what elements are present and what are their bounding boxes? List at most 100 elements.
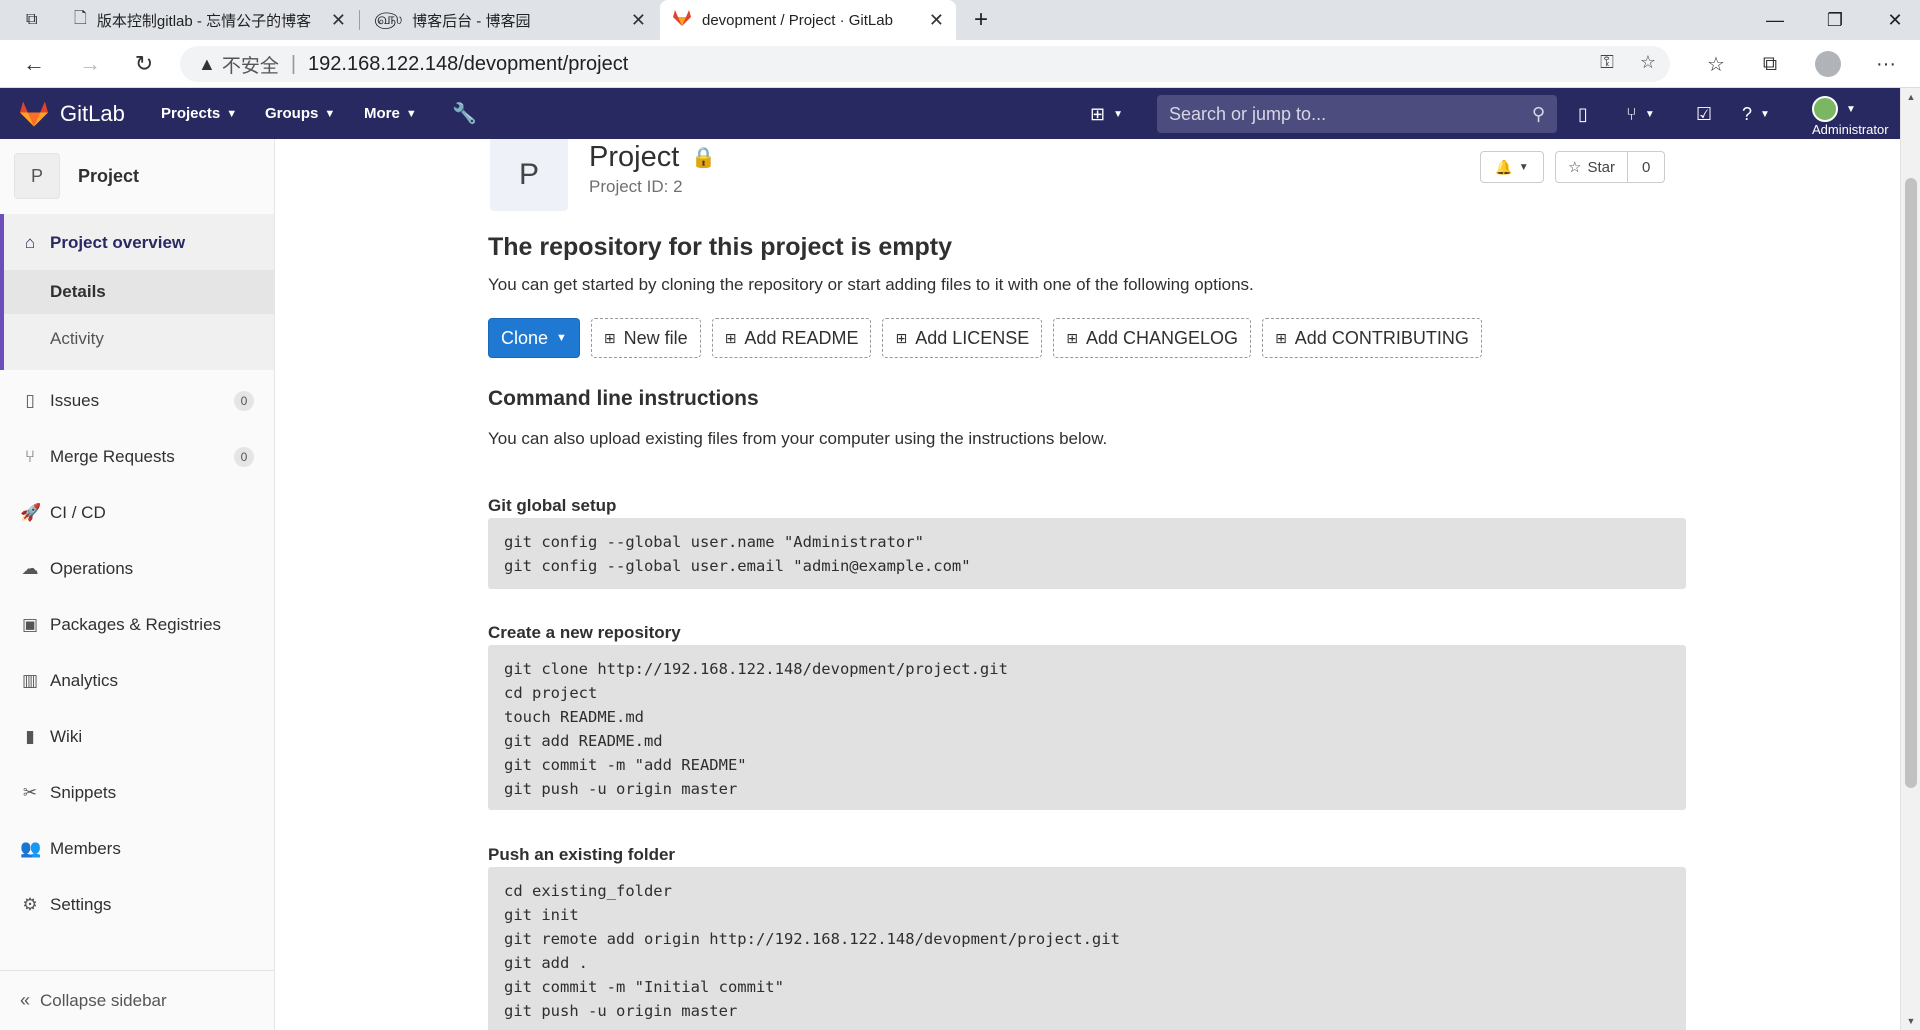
sidebar-item-issues[interactable]: ▯ Issues 0 — [0, 379, 274, 423]
sidebar-item-analytics[interactable]: ▥ Analytics — [0, 659, 274, 703]
security-label[interactable]: 不安全 — [222, 51, 279, 78]
sidebar-item-label: Project overview — [50, 233, 186, 252]
help-dropdown[interactable]: ? ▼ — [1742, 100, 1770, 128]
sidebar-item-label: Packages & Registries — [50, 615, 222, 634]
push-folder-title: Push an existing folder — [488, 845, 676, 864]
chevron-down-icon: ▼ — [1846, 103, 1856, 115]
project-avatar: P — [14, 153, 60, 199]
empty-repo-heading: The repository for this project is empty — [488, 233, 952, 261]
close-icon[interactable]: ✕ — [929, 10, 944, 31]
users-icon: 👥 — [20, 839, 42, 858]
sidebar-item-wiki[interactable]: ▮ Wiki — [0, 715, 274, 759]
clone-dropdown-button[interactable]: Clone ▼ — [488, 318, 580, 358]
collections-button[interactable]: ⧉ — [1754, 50, 1786, 78]
cli-text: You can also upload existing files from … — [488, 429, 1108, 448]
plus-square-icon: ⊞ — [1275, 329, 1287, 346]
groups-menu[interactable]: Groups ▼ — [265, 88, 335, 139]
forward-button[interactable]: → — [72, 48, 108, 80]
star-button[interactable]: ☆ Star — [1556, 152, 1628, 182]
todo-check-icon: ☑ — [1696, 103, 1713, 124]
restore-icon: ❐ — [1826, 9, 1844, 30]
sidebar-item-packages[interactable]: ▣ Packages & Registries — [0, 603, 274, 647]
create-repo-code[interactable]: git clone http://192.168.122.148/devopme… — [488, 645, 1686, 810]
sidebar-item-operations[interactable]: ☁ Operations — [0, 547, 274, 591]
close-window-button[interactable]: ✕ — [1865, 0, 1920, 40]
star-count[interactable]: 0 — [1628, 152, 1664, 182]
chevron-down-icon: ▼ — [1113, 108, 1123, 120]
browser-menu-button[interactable]: ··· — [1870, 50, 1902, 78]
sidebar-item-activity[interactable]: Activity — [4, 317, 274, 361]
main-content: P Project 🔒 Project ID: 2 🔔 ▼ ☆ Star 0 Th… — [276, 139, 1900, 1030]
scroll-thumb[interactable] — [1905, 178, 1917, 788]
collections-icon: ⧉ — [1762, 52, 1778, 75]
minimize-button[interactable]: — — [1745, 0, 1805, 40]
admin-area-link[interactable]: 🔧 — [452, 88, 477, 139]
add-readme-button[interactable]: ⊞ Add README — [711, 318, 872, 358]
push-folder-code[interactable]: cd existing_folder git init git remote a… — [488, 867, 1686, 1030]
plus-square-icon: ⊞ — [724, 329, 737, 346]
add-favorite-icon[interactable]: ☆ — [1640, 52, 1656, 73]
reload-button[interactable]: ↻ — [126, 48, 162, 80]
sidebar-item-project-overview[interactable]: ⌂ Project overview — [0, 221, 274, 265]
project-title-row: Project 🔒 — [589, 141, 716, 174]
user-menu[interactable]: ▼ Administrator — [1812, 96, 1902, 140]
issues-count-badge: 0 — [234, 391, 254, 411]
merge-request-icon: ⑂ — [1626, 103, 1637, 124]
more-menu[interactable]: More ▼ — [364, 88, 417, 139]
close-icon[interactable]: ✕ — [631, 10, 646, 31]
chevron-down-icon: ▼ — [556, 332, 567, 344]
sidebar-item-label: Snippets — [50, 783, 117, 802]
add-license-button[interactable]: ⊞ Add LICENSE — [882, 318, 1043, 358]
chevron-down-icon: ▼ — [1644, 108, 1655, 120]
wrench-icon: 🔧 — [452, 103, 477, 125]
sidebar-item-details[interactable]: Details — [4, 270, 274, 314]
plus-square-icon: ⊞ — [1090, 103, 1106, 124]
issues-nav-button[interactable]: ▯ — [1578, 100, 1588, 128]
collapse-sidebar-button[interactable]: « Collapse sidebar — [0, 970, 274, 1030]
sidebar-item-label: Analytics — [50, 671, 119, 690]
arrow-left-icon: ← — [23, 51, 45, 76]
sidebar-item-snippets[interactable]: ✂ Snippets — [0, 771, 274, 815]
browser-tab-blog[interactable]: 🗋 版本控制gitlab - 忘情公子的博客 ✕ — [62, 0, 358, 40]
sidebar-item-merge-requests[interactable]: ⑂ Merge Requests 0 — [0, 435, 274, 479]
todos-nav-button[interactable]: ☑ — [1696, 100, 1712, 128]
gitlab-home-link[interactable]: GitLab — [18, 100, 125, 128]
url-text[interactable]: 192.168.122.148/devopment/project — [308, 53, 628, 76]
add-readme-label: Add README — [744, 327, 859, 348]
new-tab-button[interactable]: + — [962, 0, 1002, 40]
plus-icon: + — [974, 6, 989, 33]
add-contributing-button[interactable]: ⊞ Add CONTRIBUTING — [1262, 318, 1482, 358]
browser-tab-gitlab[interactable]: devopment / Project · GitLab ✕ — [660, 0, 956, 40]
project-title: Project — [589, 141, 680, 173]
git-global-setup-code[interactable]: git config --global user.name "Administr… — [488, 518, 1686, 589]
new-file-button[interactable]: ⊞ New file — [590, 318, 701, 358]
projects-menu[interactable]: Projects ▼ — [161, 88, 237, 139]
new-item-dropdown[interactable]: ⊞ ▼ — [1090, 100, 1123, 128]
back-button[interactable]: ← — [16, 48, 52, 80]
browser-tab-cnblogs[interactable]: ௵ 博客后台 - 博客园 ✕ — [362, 0, 658, 40]
chevron-down-icon: ▼ — [324, 107, 336, 120]
sidebar-item-settings[interactable]: ⚙ Settings — [0, 883, 274, 927]
sidebar-item-ci-cd[interactable]: 🚀 CI / CD — [0, 491, 274, 535]
restore-button[interactable]: ❐ — [1805, 0, 1865, 40]
scroll-down-icon[interactable]: ▼ — [1901, 1016, 1920, 1026]
notification-dropdown[interactable]: 🔔 ▼ — [1480, 151, 1544, 183]
profile-button[interactable] — [1812, 50, 1844, 78]
sidebar-item-members[interactable]: 👥 Members — [0, 827, 274, 871]
projects-menu-label: Projects — [161, 105, 221, 122]
favorites-button[interactable]: ☆ — [1700, 50, 1732, 78]
sidebar-project-context[interactable]: P Project — [14, 153, 139, 199]
scroll-up-icon[interactable]: ▲ — [1901, 92, 1920, 102]
tab-actions-button[interactable]: ⧉ — [14, 0, 54, 40]
page-scrollbar[interactable]: ▲ ▼ — [1900, 88, 1920, 1030]
bell-icon: 🔔 — [1495, 158, 1513, 175]
merge-requests-nav-button[interactable]: ⑂ ▼ — [1626, 100, 1655, 128]
key-icon[interactable]: ⚿ — [1600, 52, 1614, 73]
add-changelog-button[interactable]: ⊞ Add CHANGELOG — [1053, 318, 1252, 358]
sidebar-item-label: Activity — [50, 329, 104, 348]
package-icon: ▣ — [21, 615, 39, 634]
rocket-icon: 🚀 — [20, 503, 42, 522]
search-input[interactable]: Search or jump to... ⚲ — [1157, 95, 1557, 133]
address-bar[interactable]: ▲ 不安全 | 192.168.122.148/devopment/projec… — [180, 46, 1670, 82]
close-icon[interactable]: ✕ — [331, 10, 346, 31]
